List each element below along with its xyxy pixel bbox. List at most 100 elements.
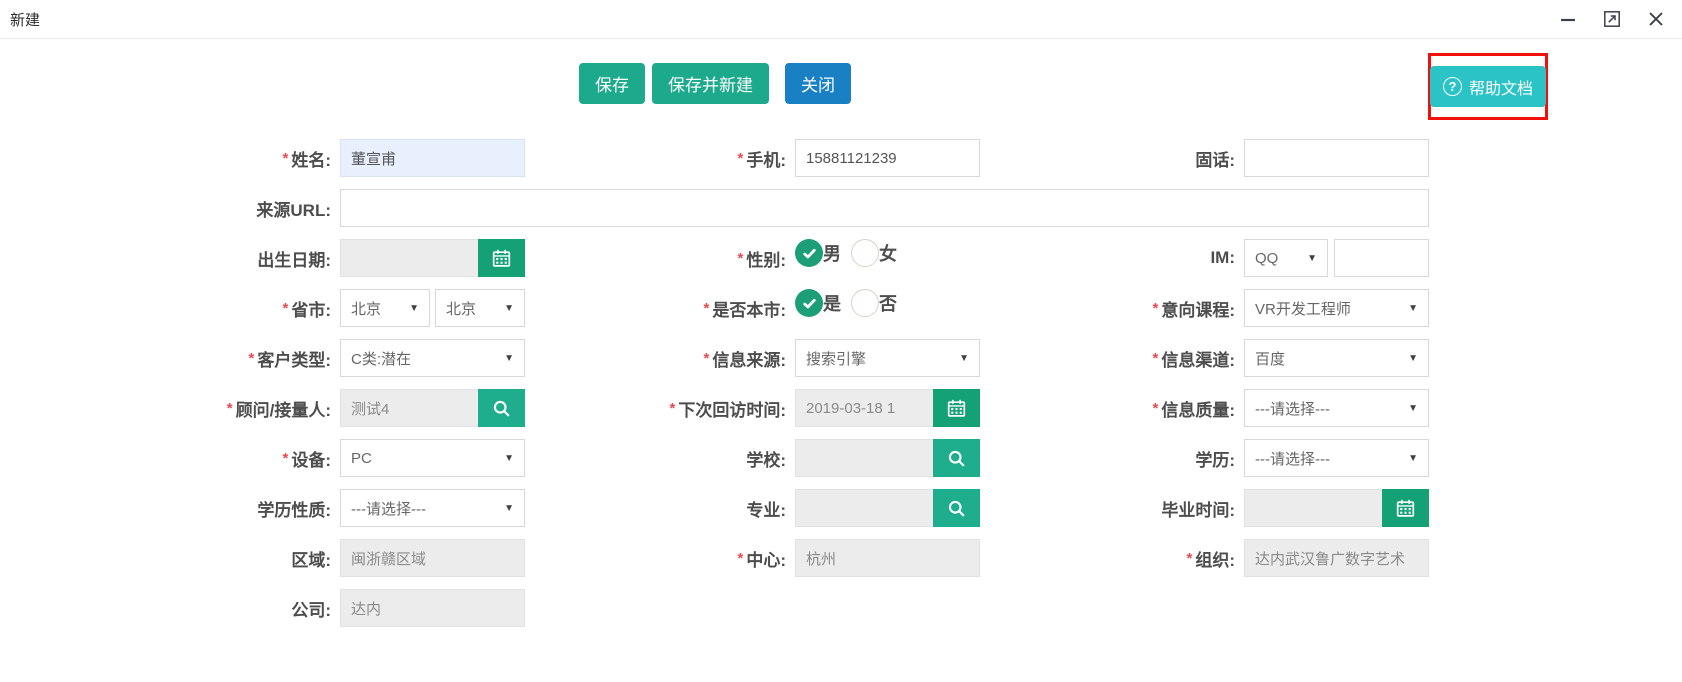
source-url-input[interactable] xyxy=(340,189,1429,227)
major-label: 专业: xyxy=(525,496,795,521)
im-label: IM: xyxy=(980,248,1244,268)
info-quality-value: ---请选择--- xyxy=(1255,398,1330,419)
consultant-input xyxy=(340,389,478,427)
consultant-label: *顾问/接量人: xyxy=(0,396,340,421)
calendar-icon xyxy=(947,399,966,418)
dialog-titlebar: 新建 xyxy=(0,0,1682,39)
device-label: *设备: xyxy=(0,446,340,471)
company-input xyxy=(340,589,525,627)
help-doc-label: 帮助文档 xyxy=(1469,75,1533,99)
maximize-button[interactable] xyxy=(1602,9,1622,29)
info-source-label: *信息来源: xyxy=(525,346,795,371)
school-label: 学校: xyxy=(525,446,795,471)
help-icon: ? xyxy=(1443,77,1462,96)
next-visit-time-calendar-button[interactable] xyxy=(933,389,980,427)
mobile-input[interactable] xyxy=(795,139,980,177)
company-label: 公司: xyxy=(0,596,340,621)
im-type-select[interactable]: QQ ▼ xyxy=(1244,239,1328,277)
birth-date-label: 出生日期: xyxy=(0,246,340,271)
gender-female-radio[interactable]: 女 xyxy=(851,239,897,267)
region-label: 区域: xyxy=(0,546,340,571)
consultant-search-button[interactable] xyxy=(478,389,525,427)
intended-course-label: *意向课程: xyxy=(980,296,1244,321)
name-label: *姓名: xyxy=(0,146,340,171)
window-controls xyxy=(1558,9,1666,29)
info-channel-select[interactable]: 百度 ▼ xyxy=(1244,339,1429,377)
education-value: ---请选择--- xyxy=(1255,448,1330,469)
im-type-value: QQ xyxy=(1255,250,1278,267)
birth-date-calendar-button[interactable] xyxy=(478,239,525,277)
province-city-label: *省市: xyxy=(0,296,340,321)
form-row: 区域: *中心: *组织: xyxy=(0,539,1682,577)
education-nature-select[interactable]: ---请选择--- ▼ xyxy=(340,489,525,527)
school-search-button[interactable] xyxy=(933,439,980,477)
new-customer-form: *姓名: *手机: 固话: 来源URL: 出生日期: *性别: 男 xyxy=(0,139,1682,627)
form-row: 出生日期: *性别: 男 女 IM: xyxy=(0,239,1682,277)
gender-label: *性别: xyxy=(525,246,795,271)
major-search-button[interactable] xyxy=(933,489,980,527)
minimize-button[interactable] xyxy=(1558,9,1578,29)
is-local-no-radio[interactable]: 否 xyxy=(851,289,897,317)
form-row: 学历性质: ---请选择--- ▼ 专业: 毕业时间: xyxy=(0,489,1682,527)
device-select[interactable]: PC ▼ xyxy=(340,439,525,477)
landline-input[interactable] xyxy=(1244,139,1429,177)
form-row: 来源URL: xyxy=(0,189,1682,227)
help-doc-button[interactable]: ? 帮助文档 xyxy=(1430,66,1546,107)
action-toolbar: 保存 保存并新建 关闭 ? 帮助文档 xyxy=(0,63,1682,104)
customer-type-value: C类:潜在 xyxy=(351,348,411,369)
save-and-new-button[interactable]: 保存并新建 xyxy=(652,63,769,104)
next-visit-time-input xyxy=(795,389,933,427)
city-select[interactable]: 北京 ▼ xyxy=(435,289,525,327)
customer-type-select[interactable]: C类:潜在 ▼ xyxy=(340,339,525,377)
radio-unchecked-icon xyxy=(851,289,879,317)
is-local-yes-label: 是 xyxy=(823,290,841,316)
center-label: *中心: xyxy=(525,546,795,571)
major-input xyxy=(795,489,933,527)
form-row: *顾问/接量人: *下次回访时间: *信息质量: ---请选择--- ▼ xyxy=(0,389,1682,427)
intended-course-select[interactable]: VR开发工程师 ▼ xyxy=(1244,289,1429,327)
province-value: 北京 xyxy=(351,298,381,319)
close-icon xyxy=(1648,11,1664,27)
info-quality-select[interactable]: ---请选择--- ▼ xyxy=(1244,389,1429,427)
chevron-down-icon: ▼ xyxy=(1408,303,1418,314)
graduation-time-label: 毕业时间: xyxy=(980,496,1244,521)
info-channel-label: *信息渠道: xyxy=(980,346,1244,371)
chevron-down-icon: ▼ xyxy=(409,303,419,314)
chevron-down-icon: ▼ xyxy=(504,503,514,514)
save-button[interactable]: 保存 xyxy=(579,63,645,104)
customer-type-label: *客户类型: xyxy=(0,346,340,371)
graduation-time-calendar-button[interactable] xyxy=(1382,489,1429,527)
radio-checked-icon xyxy=(795,289,823,317)
annotation-box: ? 帮助文档 xyxy=(1428,53,1548,120)
gender-radio-group: 男 女 xyxy=(795,239,980,267)
search-icon xyxy=(947,449,966,468)
im-input[interactable] xyxy=(1334,239,1429,277)
minimize-icon xyxy=(1560,11,1576,27)
info-quality-label: *信息质量: xyxy=(980,396,1244,421)
form-row: *姓名: *手机: 固话: xyxy=(0,139,1682,177)
close-form-button[interactable]: 关闭 xyxy=(785,63,851,104)
landline-label: 固话: xyxy=(980,146,1244,171)
organization-label: *组织: xyxy=(980,546,1244,571)
province-select[interactable]: 北京 ▼ xyxy=(340,289,430,327)
center-input xyxy=(795,539,980,577)
mobile-label: *手机: xyxy=(525,146,795,171)
is-local-label: *是否本市: xyxy=(525,296,795,321)
gender-male-label: 男 xyxy=(823,240,841,266)
gender-female-label: 女 xyxy=(879,240,897,266)
organization-input xyxy=(1244,539,1429,577)
form-row: *省市: 北京 ▼ 北京 ▼ *是否本市: 是 xyxy=(0,289,1682,327)
is-local-yes-radio[interactable]: 是 xyxy=(795,289,841,317)
education-label: 学历: xyxy=(980,446,1244,471)
education-select[interactable]: ---请选择--- ▼ xyxy=(1244,439,1429,477)
close-button[interactable] xyxy=(1646,9,1666,29)
info-source-select[interactable]: 搜索引擎 ▼ xyxy=(795,339,980,377)
name-input[interactable] xyxy=(340,139,525,177)
info-source-value: 搜索引擎 xyxy=(806,348,866,369)
gender-male-radio[interactable]: 男 xyxy=(795,239,841,267)
chevron-down-icon: ▼ xyxy=(1408,453,1418,464)
form-row: *设备: PC ▼ 学校: 学历: ---请选择--- ▼ xyxy=(0,439,1682,477)
info-channel-value: 百度 xyxy=(1255,348,1285,369)
calendar-icon xyxy=(492,249,511,268)
school-input xyxy=(795,439,933,477)
